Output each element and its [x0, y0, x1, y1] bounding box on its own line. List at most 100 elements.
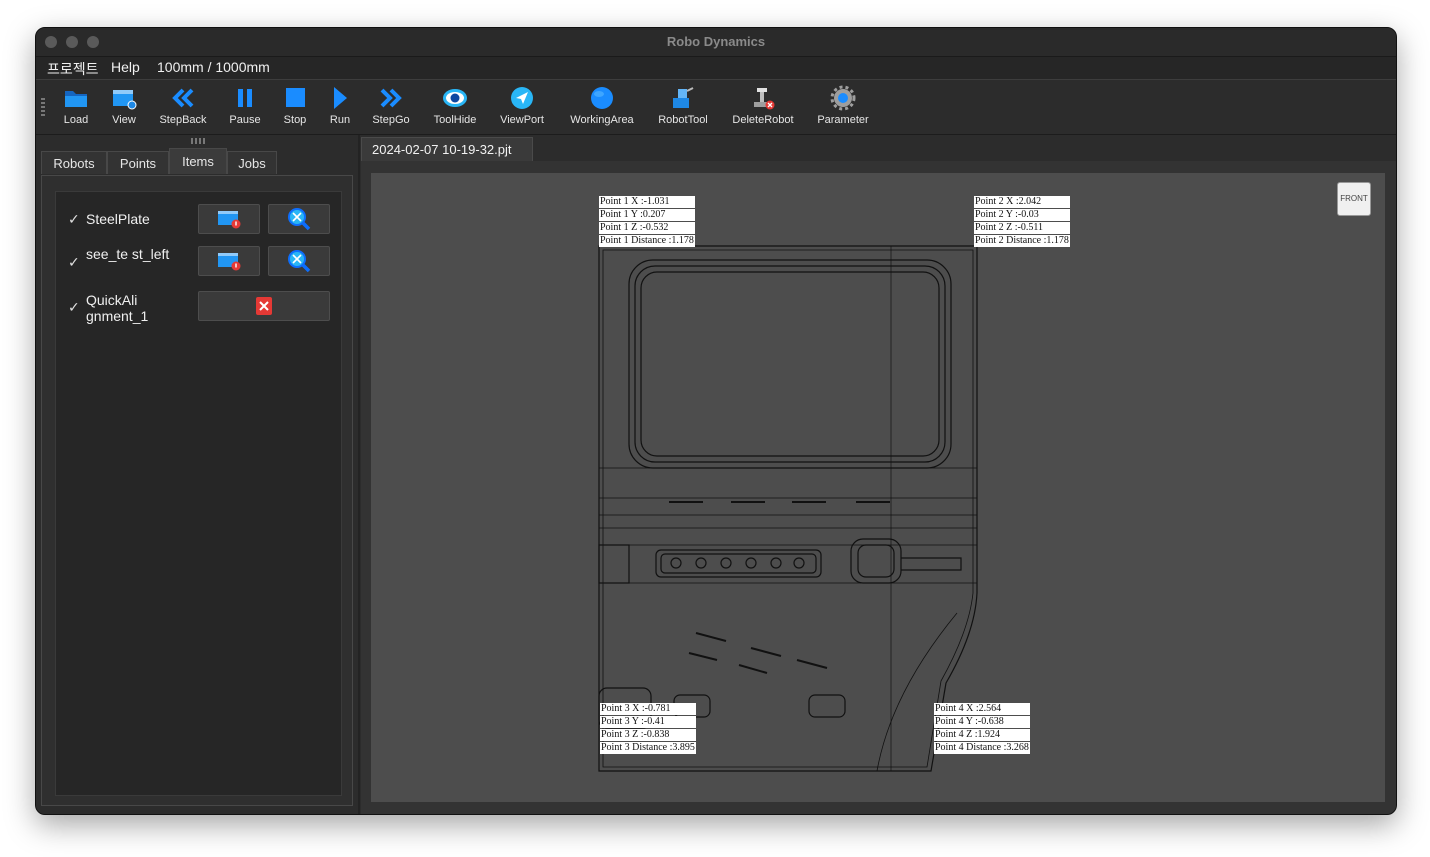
item-label: QuickAli gnment_1	[86, 292, 149, 324]
globe-icon	[591, 87, 613, 109]
deleterobot-label: DeleteRobot	[732, 114, 794, 126]
point-4-z: Point 4 Z :1.924	[934, 729, 1030, 741]
zoom-fit-icon	[288, 208, 311, 231]
pause-button[interactable]: Pause	[226, 85, 264, 131]
play-icon	[334, 87, 347, 109]
point-1-z: Point 1 Z :-0.532	[599, 222, 695, 234]
stepgo-label: StepGo	[372, 114, 410, 126]
toolbar: Load View StepBack Pause Stop Run StepGo…	[36, 80, 1396, 135]
viewport-label: ViewPort	[500, 114, 544, 126]
point-2-z: Point 2 Z :-0.511	[974, 222, 1070, 234]
tab-robots[interactable]: Robots	[41, 151, 107, 174]
item-info-button[interactable]	[198, 204, 260, 234]
view-button[interactable]: View	[106, 85, 142, 131]
point-1-x: Point 1 X :-1.031	[599, 196, 695, 208]
stop-button[interactable]: Stop	[279, 85, 311, 131]
robottool-label: RobotTool	[658, 114, 708, 126]
document-tab[interactable]: 2024-02-07 10-19-32.pjt	[361, 137, 533, 161]
robottool-button[interactable]: RobotTool	[654, 85, 712, 131]
item-checkbox[interactable]: ✓	[68, 211, 80, 228]
double-chevron-right-icon	[380, 88, 402, 108]
stop-icon	[286, 88, 305, 107]
folder-icon	[65, 91, 87, 107]
point-3-y: Point 3 Y :-0.41	[600, 716, 696, 728]
point-1-readout: Point 1 X :-1.031 Point 1 Y :0.207 Point…	[599, 196, 695, 247]
eye-icon	[443, 89, 467, 107]
point-3-x: Point 3 X :-0.781	[600, 703, 696, 715]
point-1-distance: Point 1 Distance :1.178	[599, 235, 695, 247]
delete-icon	[256, 297, 272, 315]
point-4-distance: Point 4 Distance :3.268	[934, 742, 1030, 754]
panel-grip[interactable]	[191, 138, 207, 144]
point-2-y: Point 2 Y :-0.03	[974, 209, 1070, 221]
item-label: see_te st_left	[86, 246, 170, 262]
pause-icon	[238, 89, 252, 107]
window-title: Robo Dynamics	[666, 34, 766, 49]
double-chevron-left-icon	[172, 88, 194, 108]
point-4-readout: Point 4 X :2.564 Point 4 Y :-0.638 Point…	[934, 703, 1030, 754]
run-button[interactable]: Run	[324, 85, 356, 131]
parameter-button[interactable]: Parameter	[814, 85, 872, 131]
stop-label: Stop	[283, 114, 307, 126]
load-label: Load	[63, 114, 89, 126]
point-1-y: Point 1 Y :0.207	[599, 209, 695, 221]
item-checkbox[interactable]: ✓	[68, 299, 80, 316]
pause-label: Pause	[229, 114, 261, 126]
gear-icon	[830, 85, 856, 111]
viewport-button[interactable]: ViewPort	[497, 85, 547, 131]
view-label: View	[112, 114, 136, 126]
menu-project[interactable]: 프로젝트	[47, 59, 99, 79]
item-info-button[interactable]	[198, 246, 260, 276]
menu-bar: 프로젝트 Help 100mm / 1000mm	[36, 57, 1396, 80]
view-cube[interactable]: FRONT	[1337, 182, 1371, 216]
robot-tool-icon	[673, 87, 694, 108]
toolhide-label: ToolHide	[433, 114, 477, 126]
3d-viewport[interactable]: FRONT Point 1 X :-1.031 Point 1 Y :0.207…	[371, 173, 1385, 802]
panel-splitter[interactable]	[358, 135, 360, 814]
list-item: ✓ SteelPlate	[56, 204, 343, 236]
item-label: SteelPlate	[86, 211, 150, 227]
point-3-z: Point 3 Z :-0.838	[600, 729, 696, 741]
point-3-distance: Point 3 Distance :3.895	[600, 742, 696, 754]
item-zoom-button[interactable]	[268, 246, 330, 276]
menu-help[interactable]: Help	[111, 59, 140, 75]
tab-jobs[interactable]: Jobs	[227, 151, 277, 174]
stepback-button[interactable]: StepBack	[156, 85, 210, 131]
items-tab-frame: ✓ SteelPlate ✓ see_te st_left ✓ QuickAli…	[41, 175, 353, 806]
item-checkbox[interactable]: ✓	[68, 254, 80, 271]
parameter-label: Parameter	[817, 114, 869, 126]
toolhide-button[interactable]: ToolHide	[429, 85, 481, 131]
point-2-x: Point 2 X :2.042	[974, 196, 1070, 208]
menu-scale[interactable]: 100mm / 1000mm	[157, 59, 270, 75]
item-delete-button[interactable]	[198, 291, 330, 321]
app-window: Robo Dynamics 프로젝트 Help 100mm / 1000mm L…	[35, 27, 1397, 815]
deleterobot-button[interactable]: DeleteRobot	[728, 85, 798, 131]
left-panel: Robots Points Items Jobs ✓ SteelPlate ✓ …	[36, 135, 358, 814]
list-item: ✓ see_te st_left	[56, 246, 343, 278]
workingarea-label: WorkingArea	[570, 114, 634, 126]
delete-robot-icon	[754, 88, 775, 110]
point-2-readout: Point 2 X :2.042 Point 2 Y :-0.03 Point …	[974, 196, 1070, 247]
workingarea-button[interactable]: WorkingArea	[566, 85, 638, 131]
zoom-fit-icon	[288, 250, 311, 273]
item-zoom-button[interactable]	[268, 204, 330, 234]
view-window-icon	[113, 90, 137, 110]
items-list: ✓ SteelPlate ✓ see_te st_left ✓ QuickAli…	[55, 191, 342, 796]
point-3-readout: Point 3 X :-0.781 Point 3 Y :-0.41 Point…	[600, 703, 696, 754]
run-label: Run	[329, 114, 351, 126]
stepgo-button[interactable]: StepGo	[368, 85, 414, 131]
list-item: ✓ QuickAli gnment_1	[56, 291, 343, 324]
navigate-icon	[511, 87, 533, 109]
stepback-label: StepBack	[159, 114, 207, 126]
point-2-distance: Point 2 Distance :1.178	[974, 235, 1070, 247]
tab-items[interactable]: Items	[169, 148, 227, 174]
toolbar-grip[interactable]	[41, 98, 45, 116]
title-bar: Robo Dynamics	[36, 28, 1396, 57]
load-button[interactable]: Load	[58, 85, 94, 131]
door-model-wireframe	[598, 245, 978, 772]
point-4-y: Point 4 Y :-0.638	[934, 716, 1030, 728]
info-window-icon	[218, 253, 241, 271]
tab-points[interactable]: Points	[107, 151, 169, 174]
point-4-x: Point 4 X :2.564	[934, 703, 1030, 715]
info-window-icon	[218, 211, 241, 229]
